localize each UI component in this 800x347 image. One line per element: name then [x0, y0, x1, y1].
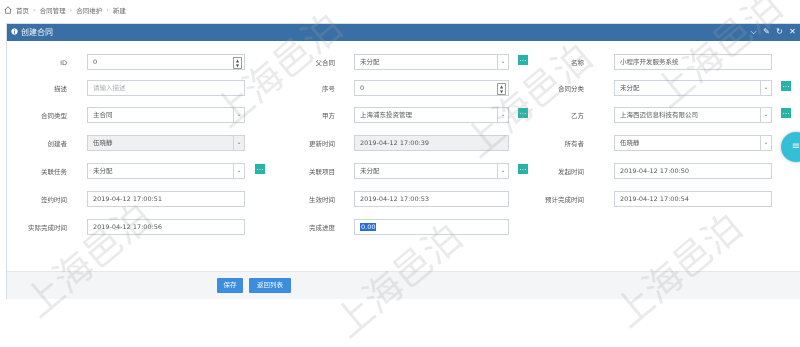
breadcrumb-new: 新建: [112, 7, 126, 15]
ctype-select[interactable]: 主合同 ⌄: [87, 107, 245, 123]
form-row: 描述 请输入描述 序号 0 ▲ ▼ 合同分类 未分配 ⌄ …: [7, 80, 800, 99]
spinner-icon[interactable]: ▲ ▼: [233, 57, 242, 69]
breadcrumb-separator: ›: [69, 6, 73, 14]
form-row: 实际完成时间 2019-04-12 17:00:56 完成进度 0.00: [7, 219, 800, 238]
parent-value: 未分配: [360, 58, 380, 66]
breadcrumb-separator: ›: [33, 6, 36, 14]
collapse-icon[interactable]: ⌵: [749, 27, 758, 37]
name-input[interactable]: 小程序开发服务系统: [614, 54, 772, 70]
form-row: ID 0 ▲ ▼ 父合同 未分配 ⌄ … 名称 小程序开发服务系统: [7, 54, 800, 73]
chevron-down-icon: ⌄: [497, 108, 508, 122]
parent-label: 父合同: [315, 59, 336, 67]
party-b-add-button[interactable]: …: [781, 108, 791, 118]
home-icon[interactable]: [4, 6, 12, 14]
owner-select[interactable]: 伍晓静 ⌄: [614, 135, 772, 151]
party-b-select[interactable]: 上海西迈信息科技有限公司 ⌄: [614, 107, 772, 123]
seq-value: 0: [360, 84, 365, 92]
chevron-down-icon: ⌄: [233, 164, 244, 178]
breadcrumb: 首页 › 合同管理 › 合同维护 › 新建: [4, 3, 126, 17]
category-select[interactable]: 未分配 ⌄: [614, 80, 772, 96]
id-input[interactable]: 0 ▲ ▼: [87, 54, 245, 70]
progress-value: 0.00: [360, 223, 377, 231]
party-b-label: 乙方: [571, 112, 584, 120]
issue-time-label: 发起时间: [558, 168, 584, 176]
actual-done-label: 实际完成时间: [28, 224, 67, 232]
create-contract-panel: 创建合同 ⌵ ✎ ↻ ✕ ID 0 ▲ ▼ 父合同 未分配 ⌄ … 名称 小程序开…: [6, 23, 800, 299]
chevron-down-icon: ⌄: [760, 136, 771, 150]
party-a-value: 上海浦东投资管理: [360, 111, 412, 119]
chevron-down-icon: ⌄: [233, 136, 244, 150]
effect-time-input[interactable]: 2019-04-12 17:00:53: [354, 191, 509, 207]
breadcrumb-contract-maint[interactable]: 合同维护: [76, 5, 102, 15]
chevron-down-icon: ⌄: [497, 55, 508, 69]
form-row: 关联任务 未分配 ⌄ … 关联项目 未分配 ⌄ … 发起时间 2019-04-1…: [7, 163, 800, 182]
chevron-down-icon: ⌄: [760, 108, 771, 122]
effect-time-label: 生效时间: [309, 196, 335, 204]
task-select[interactable]: 未分配 ⌄: [87, 163, 245, 179]
project-value: 未分配: [360, 167, 380, 175]
desc-input[interactable]: 请输入描述: [87, 80, 245, 96]
category-add-button[interactable]: …: [781, 81, 791, 91]
chevron-down-icon: ⌄: [497, 164, 508, 178]
form-row: 签约时间 2019-04-12 17:00:51 生效时间 2019-04-12…: [7, 191, 800, 210]
parent-select[interactable]: 未分配 ⌄: [354, 54, 509, 70]
breadcrumb-separator: ›: [106, 6, 109, 14]
party-a-select[interactable]: 上海浦东投资管理 ⌄: [354, 107, 509, 123]
chevron-down-icon: ⌄: [760, 81, 771, 95]
update-time-field: 2019-04-12 17:00:39: [354, 135, 509, 151]
form-row: 合同类型 主合同 ⌄ 甲方 上海浦东投资管理 ⌄ … 乙方 上海西迈信息科技有限…: [7, 107, 800, 126]
issue-time-input[interactable]: 2019-04-12 17:00:50: [614, 163, 772, 179]
project-label: 关联项目: [309, 168, 335, 176]
ctype-label: 合同类型: [41, 112, 67, 120]
ctype-value: 主合同: [93, 111, 113, 119]
progress-input[interactable]: 0.00: [354, 219, 509, 235]
category-value: 未分配: [620, 84, 640, 92]
creator-label: 创建者: [47, 140, 68, 148]
name-label: 名称: [571, 59, 584, 67]
wrench-icon[interactable]: ✎: [762, 27, 771, 37]
menu-icon: ≡: [791, 141, 800, 152]
actual-done-input[interactable]: 2019-04-12 17:00:56: [87, 219, 245, 235]
chevron-down-icon: ⌄: [233, 108, 244, 122]
panel-header: 创建合同 ⌵ ✎ ↻ ✕: [7, 24, 800, 41]
seq-label: 序号: [322, 85, 335, 93]
close-icon[interactable]: ✕: [788, 27, 797, 37]
sign-time-input[interactable]: 2019-04-12 17:00:51: [87, 191, 245, 207]
creator-select: 伍晓静 ⌄: [87, 135, 245, 151]
owner-value: 伍晓静: [620, 139, 640, 147]
panel-title: 创建合同: [21, 28, 53, 37]
save-button[interactable]: 保存: [217, 278, 243, 293]
breadcrumb-home[interactable]: 首页: [16, 5, 29, 15]
id-value: 0: [93, 58, 98, 66]
plan-done-input[interactable]: 2019-04-12 17:00:54: [614, 191, 772, 207]
spinner-icon[interactable]: ▲ ▼: [497, 83, 506, 95]
id-label: ID: [60, 59, 67, 67]
task-add-button[interactable]: …: [255, 164, 265, 174]
info-icon: [11, 28, 18, 37]
sign-time-label: 签约时间: [41, 196, 67, 204]
back-to-list-button[interactable]: 返回列表: [249, 278, 291, 293]
breadcrumb-contract-mgmt[interactable]: 合同管理: [40, 5, 66, 15]
update-time-label: 更新时间: [309, 140, 335, 148]
progress-label: 完成进度: [309, 224, 335, 232]
form-footer: 保存 返回列表: [7, 271, 800, 299]
refresh-icon[interactable]: ↻: [775, 27, 784, 37]
task-label: 关联任务: [41, 168, 67, 176]
owner-label: 所有者: [564, 140, 585, 148]
seq-input[interactable]: 0 ▲ ▼: [354, 80, 509, 96]
party-a-label: 甲方: [322, 112, 335, 120]
task-value: 未分配: [93, 167, 113, 175]
project-select[interactable]: 未分配 ⌄: [354, 163, 509, 179]
plan-done-label: 预计完成时间: [545, 196, 584, 204]
form-row: 创建者 伍晓静 ⌄ 更新时间 2019-04-12 17:00:39 所有者 伍…: [7, 135, 800, 154]
desc-label: 描述: [54, 85, 67, 93]
creator-value: 伍晓静: [93, 139, 113, 147]
category-label: 合同分类: [558, 85, 584, 93]
party-b-value: 上海西迈信息科技有限公司: [620, 111, 698, 119]
